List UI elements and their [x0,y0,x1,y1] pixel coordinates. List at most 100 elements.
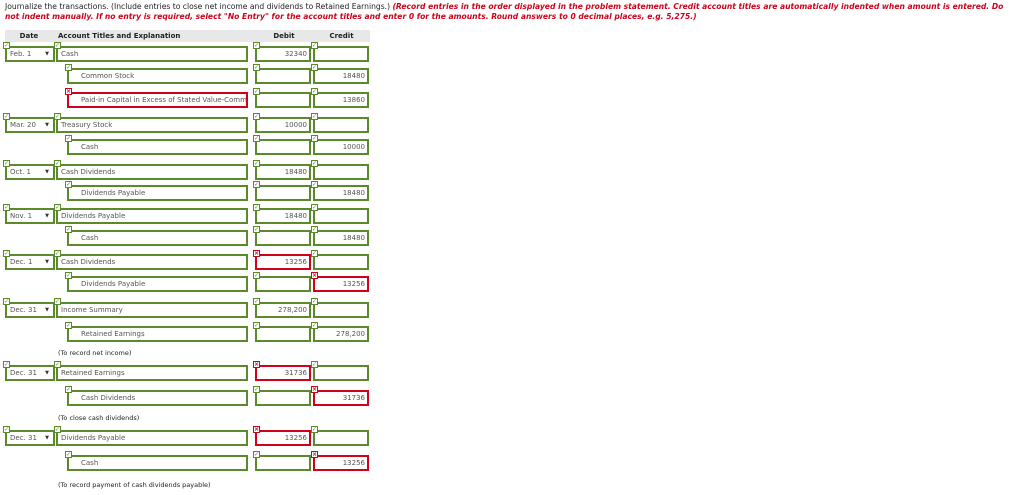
x-icon: × [311,386,318,393]
account-field[interactable]: Paid-in Capital in Excess of Stated Valu… [67,92,248,108]
debit-input[interactable] [255,326,311,342]
check-icon: ✓ [311,113,318,120]
header-credit: Credit [313,30,370,42]
debit-input[interactable] [255,455,311,471]
account-field[interactable]: Cash [56,46,248,62]
check-icon: ✓ [253,88,260,95]
account-field[interactable]: Cash Dividends [56,164,248,180]
credit-input[interactable]: 278,200 [313,326,369,342]
check-icon: ✓ [311,64,318,71]
debit-input[interactable] [255,92,311,108]
date-value: Dec. 31 [10,306,37,314]
debit-input[interactable] [255,139,311,155]
credit-input[interactable] [313,302,369,318]
debit-input[interactable]: 13256 [255,254,311,270]
date-select[interactable]: Nov. 1 ▼ [5,208,55,224]
account-field[interactable]: Cash Dividends [67,390,248,406]
debit-input[interactable] [255,390,311,406]
check-icon: ✓ [311,361,318,368]
debit-input[interactable]: 18480 [255,164,311,180]
credit-input[interactable] [313,117,369,133]
debit-input[interactable] [255,230,311,246]
account-field[interactable]: Dividends Payable [67,185,248,201]
x-icon: × [253,250,260,257]
check-icon: ✓ [253,272,260,279]
account-field[interactable]: Dividends Payable [56,430,248,446]
debit-input[interactable] [255,68,311,84]
credit-input[interactable]: 31736 [313,390,369,406]
check-icon: ✓ [54,160,61,167]
check-icon: ✓ [253,204,260,211]
instructions-main: Journalize the transactions. (Include en… [5,2,393,11]
header-account: Account Titles and Explanation [53,30,255,42]
credit-input[interactable]: 18480 [313,230,369,246]
date-select[interactable]: Dec. 31 ▼ [5,302,55,318]
date-select[interactable]: Feb. 1 ▼ [5,46,55,62]
debit-input[interactable]: 278,200 [255,302,311,318]
account-field[interactable]: Dividends Payable [67,276,248,292]
check-icon: ✓ [65,272,72,279]
credit-input[interactable] [313,254,369,270]
debit-input[interactable] [255,185,311,201]
check-icon: ✓ [65,322,72,329]
date-select[interactable]: Oct. 1 ▼ [5,164,55,180]
check-icon: ✓ [311,298,318,305]
date-value: Dec. 1 [10,258,33,266]
account-field[interactable]: Cash Dividends [56,254,248,270]
account-field[interactable]: Cash [67,139,248,155]
date-value: Dec. 31 [10,369,37,377]
credit-input[interactable]: 18480 [313,68,369,84]
credit-input[interactable]: 13256 [313,455,369,471]
account-field[interactable]: Retained Earnings [67,326,248,342]
check-icon: ✓ [54,298,61,305]
date-value: Feb. 1 [10,50,32,58]
x-icon: × [311,272,318,279]
check-icon: ✓ [311,204,318,211]
check-icon: ✓ [311,250,318,257]
date-select[interactable]: Dec. 1 ▼ [5,254,55,270]
check-icon: ✓ [253,451,260,458]
credit-input[interactable] [313,164,369,180]
check-icon: ✓ [253,386,260,393]
debit-input[interactable]: 13256 [255,430,311,446]
check-icon: ✓ [253,160,260,167]
check-icon: ✓ [253,42,260,49]
debit-input[interactable]: 32340 [255,46,311,62]
date-value: Nov. 1 [10,212,33,220]
date-select[interactable]: Dec. 31 ▼ [5,430,55,446]
credit-input[interactable] [313,208,369,224]
debit-input[interactable]: 18480 [255,208,311,224]
account-field[interactable]: Treasury Stock [56,117,248,133]
dropdown-arrow-icon: ▼ [45,370,49,376]
check-icon: ✓ [65,386,72,393]
check-icon: ✓ [54,42,61,49]
check-icon: ✓ [65,64,72,71]
credit-input[interactable]: 18480 [313,185,369,201]
debit-input[interactable]: 31736 [255,365,311,381]
debit-input[interactable]: 10000 [255,117,311,133]
credit-input[interactable] [313,46,369,62]
credit-input[interactable] [313,365,369,381]
account-field[interactable]: Cash [67,230,248,246]
check-icon: ✓ [253,322,260,329]
date-value: Dec. 31 [10,434,37,442]
check-icon: ✓ [54,361,61,368]
check-icon: ✓ [3,160,10,167]
credit-input[interactable]: 13860 [313,92,369,108]
check-icon: ✓ [253,298,260,305]
account-field[interactable]: Dividends Payable [56,208,248,224]
check-icon: ✓ [311,42,318,49]
account-field[interactable]: Income Summary [56,302,248,318]
entry-explanation: (To close cash dividends) [58,414,140,422]
account-field[interactable]: Common Stock [67,68,248,84]
date-select[interactable]: Dec. 31 ▼ [5,365,55,381]
credit-input[interactable] [313,430,369,446]
credit-input[interactable]: 10000 [313,139,369,155]
date-select[interactable]: Mar. 20 ▼ [5,117,55,133]
credit-input[interactable]: 13256 [313,276,369,292]
account-field[interactable]: Retained Earnings [56,365,248,381]
check-icon: ✓ [3,42,10,49]
account-field[interactable]: Cash [67,455,248,471]
dropdown-arrow-icon: ▼ [45,122,49,128]
debit-input[interactable] [255,276,311,292]
